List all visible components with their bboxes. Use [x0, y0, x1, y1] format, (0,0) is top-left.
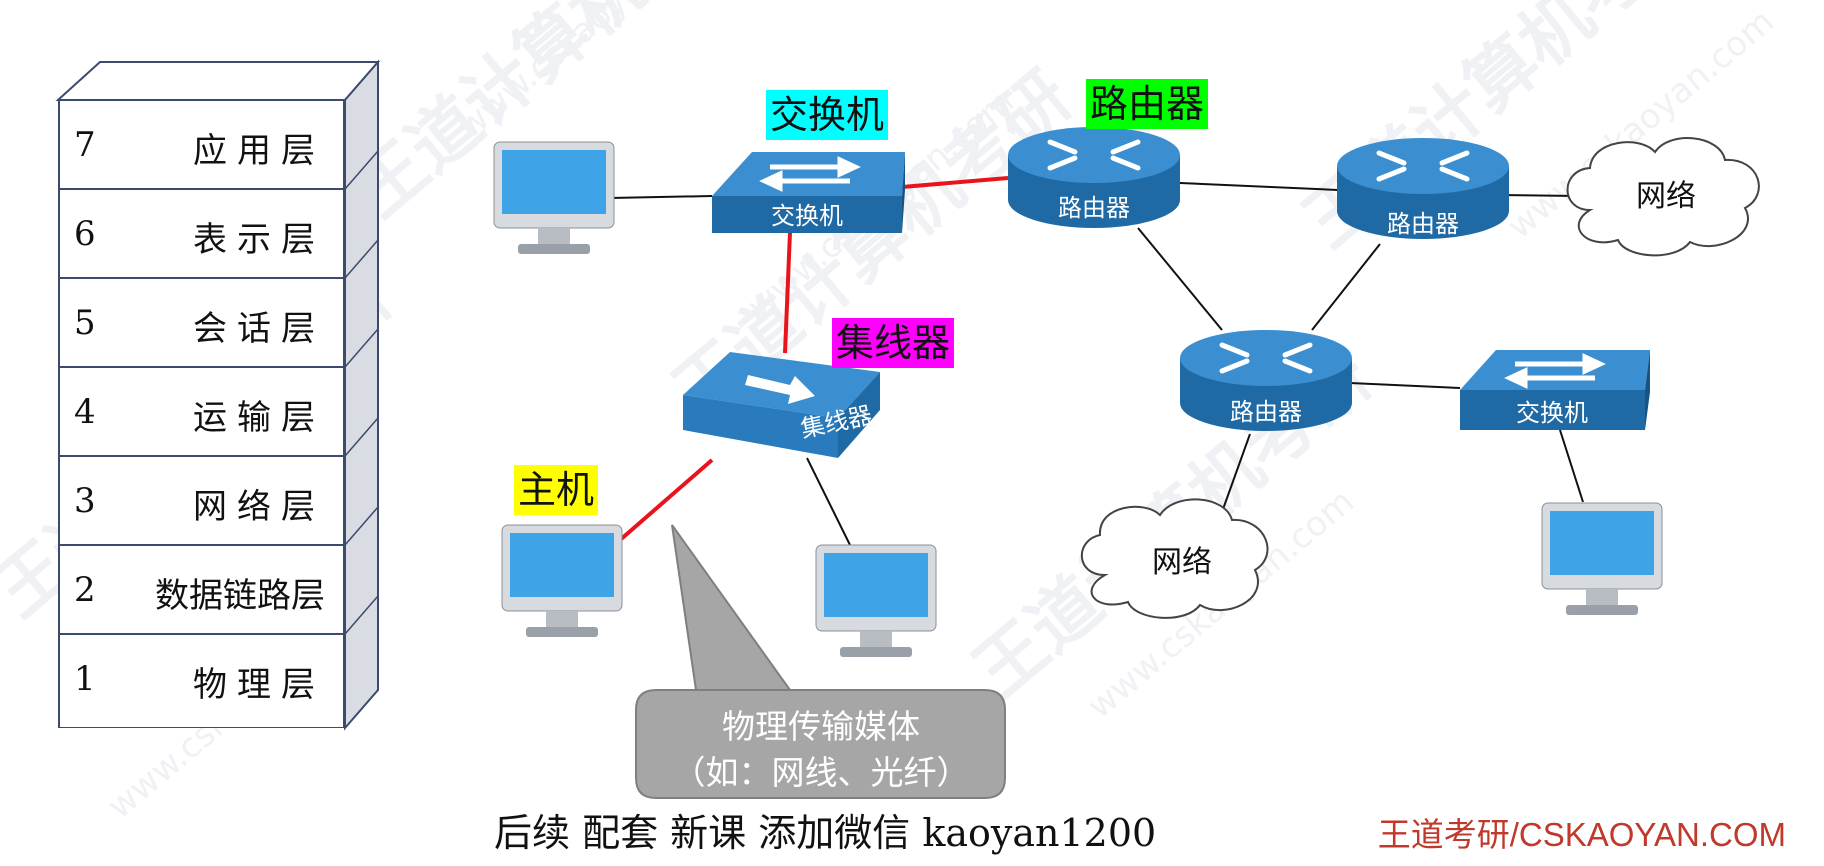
osi-layer-4: 4 运输层 — [58, 367, 345, 456]
callout-line-2: （如：网线、光纤） — [672, 753, 970, 792]
router-icon: 路由器 — [1180, 330, 1352, 431]
layer-number: 1 — [74, 659, 96, 699]
cloud-icon: 网络 — [1566, 137, 1760, 257]
link-hub-pc3 — [806, 457, 851, 546]
link-hub-host — [618, 458, 714, 542]
brand-mark: 王道考研/CSKAOYAN.COM — [1377, 816, 1786, 853]
layer-name: 表示层 — [193, 220, 325, 260]
callout-line-1: 物理传输媒体 — [722, 707, 920, 746]
router-icon: 路由器 — [1008, 127, 1180, 228]
layer-name: 网络层 — [193, 487, 325, 527]
link-router2-cloud — [1499, 194, 1579, 197]
layer-name: 应用层 — [193, 131, 325, 171]
layer-name: 会话层 — [193, 309, 325, 349]
pc-icon — [493, 141, 615, 254]
router-icon: 路由器 — [1337, 138, 1509, 239]
layer-number: 2 — [74, 570, 96, 610]
pc-icon — [1541, 502, 1663, 615]
layer-number: 7 — [74, 125, 96, 165]
switch-label: 交换机 — [1516, 399, 1588, 427]
switch-label: 交换机 — [771, 202, 843, 230]
osi-layer-1: 1 物理层 — [58, 634, 345, 728]
host-tag: 主机 — [514, 465, 599, 515]
network-label: 网络 — [1636, 179, 1696, 214]
osi-layer-3: 3 网络层 — [58, 456, 345, 545]
switch-tag: 交换机 — [766, 90, 889, 140]
layer-number: 3 — [74, 481, 96, 521]
footer-note: 后续 配套 新课 添加微信 kaoyan1200 — [494, 811, 1157, 855]
switch-icon: 交换机 — [1460, 350, 1650, 430]
pc-icon — [501, 524, 623, 637]
osi-stack-top-face — [55, 61, 381, 101]
link-pc1-switch — [609, 195, 713, 199]
router-tag: 路由器 — [1086, 79, 1209, 129]
osi-layer-5: 5 会话层 — [58, 278, 345, 367]
router-label: 路由器 — [1230, 398, 1302, 426]
switch-icon: 交换机 — [712, 152, 905, 233]
link-router1-router3 — [1137, 227, 1223, 331]
osi-layer-7: 7 应用层 — [58, 100, 345, 189]
layer-number: 4 — [74, 392, 96, 432]
router-label: 路由器 — [1058, 194, 1130, 222]
router-label: 路由器 — [1387, 210, 1459, 238]
pc-icon — [815, 544, 937, 657]
layer-name: 运输层 — [193, 398, 325, 438]
layer-name: 数据链路层 — [155, 576, 325, 616]
hub-tag: 集线器 — [832, 318, 955, 368]
layer-number: 5 — [74, 303, 96, 343]
osi-layer-6: 6 表示层 — [58, 189, 345, 278]
layer-number: 6 — [74, 214, 96, 254]
layer-name: 物理层 — [193, 665, 325, 705]
network-label: 网络 — [1152, 545, 1212, 580]
link-switch2-pc4 — [1559, 429, 1584, 503]
osi-layer-2: 2 数据链路层 — [58, 545, 345, 634]
